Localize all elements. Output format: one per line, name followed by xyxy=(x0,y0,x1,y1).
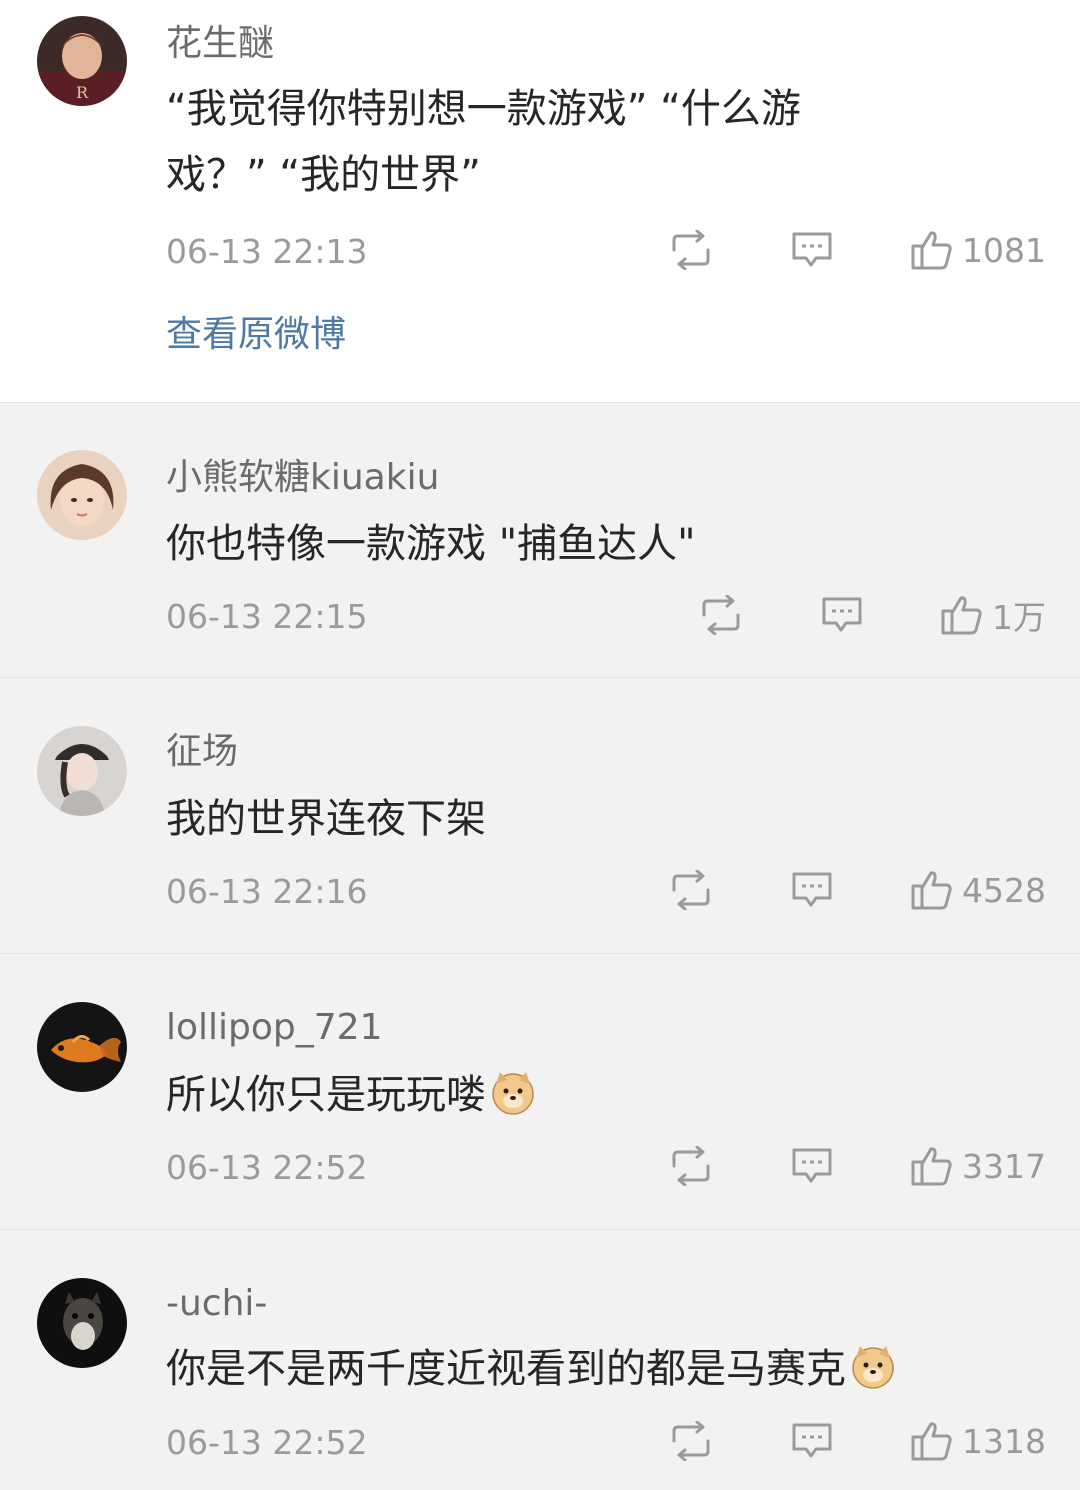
comment-item: R 花生醚 “我觉得你特别想一款游戏” “什么游 戏？” “我的世界” 06-1… xyxy=(0,0,1080,402)
comment-icon xyxy=(792,232,832,267)
comment-text-body: 所以你只是玩玩喽 xyxy=(166,1072,486,1118)
avatar[interactable] xyxy=(37,450,127,540)
like-count: 1万 xyxy=(992,598,1046,637)
view-original-link[interactable]: 查看原微博 xyxy=(166,312,346,358)
doge-emoji-icon xyxy=(490,1070,536,1116)
comment-item: 小熊软糖kiuakiu 你也特像一款游戏 "捕鱼达人" 06-13 22:15 … xyxy=(0,402,1080,677)
comment-icon xyxy=(792,872,832,907)
comment-text-body: 你是不是两千度近视看到的都是马赛克 xyxy=(166,1346,846,1392)
repost-icon xyxy=(672,1146,710,1186)
comment-text: 所以你只是玩玩喽 xyxy=(166,1062,950,1128)
repost-icon xyxy=(672,1421,710,1461)
comment-icon xyxy=(792,1148,832,1183)
comment-text: 你是不是两千度近视看到的都是马赛克 xyxy=(166,1336,1020,1402)
username[interactable]: -uchi- xyxy=(166,1282,267,1326)
timestamp: 06-13 22:52 xyxy=(166,1148,368,1187)
repost-button[interactable] xyxy=(668,230,714,270)
comment-button[interactable] xyxy=(820,595,864,635)
like-button[interactable]: 1318 xyxy=(910,1420,1046,1462)
comment-item: lollipop_721 所以你只是玩玩喽 06-13 22:52 3317 xyxy=(0,953,1080,1229)
repost-button[interactable] xyxy=(698,595,744,635)
repost-button[interactable] xyxy=(668,1421,714,1461)
comment-button[interactable] xyxy=(790,1421,834,1461)
like-button[interactable]: 3317 xyxy=(910,1145,1046,1187)
action-bar: 4528 xyxy=(668,868,1046,912)
like-count: 4528 xyxy=(962,870,1046,910)
comment-text: 我的世界连夜下架 xyxy=(166,796,486,842)
comment-button[interactable] xyxy=(790,230,834,270)
comment-button[interactable] xyxy=(790,1146,834,1186)
action-bar: 1081 xyxy=(668,228,1046,272)
like-count: 1318 xyxy=(962,1421,1046,1461)
avatar[interactable]: R xyxy=(37,16,127,106)
comment-text: “我觉得你特别想一款游戏” “什么游 戏？” “我的世界” xyxy=(166,76,950,208)
username[interactable]: lollipop_721 xyxy=(166,1006,382,1050)
timestamp: 06-13 22:13 xyxy=(166,232,368,271)
action-bar: 1318 xyxy=(668,1419,1046,1463)
username[interactable]: 征场 xyxy=(166,730,238,774)
repost-button[interactable] xyxy=(668,1146,714,1186)
repost-button[interactable] xyxy=(668,870,714,910)
repost-icon xyxy=(672,870,710,910)
thumbs-up-icon xyxy=(911,1147,952,1186)
avatar[interactable] xyxy=(37,1002,127,1092)
action-bar: 1万 xyxy=(698,593,1046,637)
username[interactable]: 花生醚 xyxy=(166,22,274,66)
avatar[interactable] xyxy=(37,1278,127,1368)
timestamp: 06-13 22:16 xyxy=(166,872,368,911)
comment-text-line: 戏？” “我的世界” xyxy=(166,152,481,198)
like-button[interactable]: 1万 xyxy=(940,591,1046,639)
thumbs-up-icon xyxy=(911,1422,952,1461)
timestamp: 06-13 22:15 xyxy=(166,597,368,636)
comment-text-line: “我觉得你特别想一款游戏” “什么游 xyxy=(166,86,801,132)
comment-item: 征场 我的世界连夜下架 06-13 22:16 4528 xyxy=(0,677,1080,953)
thumbs-up-icon xyxy=(941,596,982,635)
thumbs-up-icon xyxy=(911,871,952,910)
comment-item: -uchi- 你是不是两千度近视看到的都是马赛克 06-13 22:52 131… xyxy=(0,1229,1080,1490)
comment-text: 你也特像一款游戏 "捕鱼达人" xyxy=(166,521,696,567)
comment-icon xyxy=(792,1423,832,1458)
username[interactable]: 小熊软糖kiuakiu xyxy=(166,456,439,500)
like-count: 1081 xyxy=(962,230,1046,270)
comment-icon xyxy=(822,597,862,632)
thumbs-up-icon xyxy=(911,231,952,270)
repost-icon xyxy=(702,595,740,635)
like-count: 3317 xyxy=(962,1146,1046,1186)
svg-text:R: R xyxy=(76,83,89,102)
like-button[interactable]: 4528 xyxy=(910,869,1046,911)
like-button[interactable]: 1081 xyxy=(910,229,1046,271)
doge-emoji-icon xyxy=(850,1344,896,1390)
timestamp: 06-13 22:52 xyxy=(166,1423,368,1462)
avatar[interactable] xyxy=(37,726,127,816)
action-bar: 3317 xyxy=(668,1144,1046,1188)
comment-button[interactable] xyxy=(790,870,834,910)
repost-icon xyxy=(672,230,710,270)
